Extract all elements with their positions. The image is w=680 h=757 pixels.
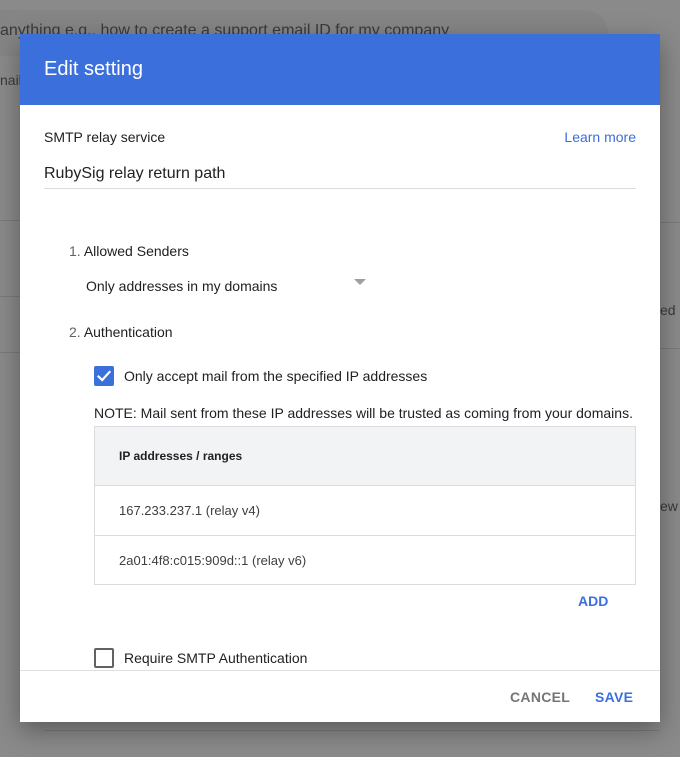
background-divider [660,348,680,349]
dialog-footer: CANCEL SAVE [20,670,660,722]
ip-addresses-table: IP addresses / ranges 167.233.237.1 (rel… [94,426,636,585]
dialog-title: Edit setting [44,58,143,80]
service-label: SMTP relay service [44,129,166,145]
ip-only-option[interactable]: Only accept mail from the specified IP a… [94,366,427,386]
section-number: 2. [69,324,81,340]
background-right-snippet: ew [660,498,678,514]
smtp-auth-label: Require SMTP Authentication [124,650,308,666]
cancel-button[interactable]: CANCEL [510,689,570,705]
learn-more-link[interactable]: Learn more [564,129,636,145]
edit-setting-dialog: Edit setting SMTP relay service Learn mo… [20,34,660,722]
background-left-snippet: nail [0,72,22,88]
dropdown-arrow-icon [354,279,366,285]
ip-only-label: Only accept mail from the specified IP a… [124,368,428,384]
add-ip-button[interactable]: ADD [578,593,608,609]
background-right-snippet: ed [660,302,676,318]
dialog-body[interactable]: SMTP relay service Learn more RubySig re… [20,105,660,670]
ip-only-checkbox[interactable] [94,366,114,386]
section-label: Authentication [83,324,173,340]
ip-table-header: IP addresses / ranges [95,427,635,486]
smtp-auth-checkbox[interactable] [94,648,114,668]
section-label: Allowed Senders [83,243,189,259]
ip-table-row[interactable]: 167.233.237.1 (relay v4) [95,486,635,535]
ip-table-row[interactable]: 2a01:4f8:c015:909d::1 (relay v6) [95,535,635,584]
allowed-senders-select[interactable]: Only addresses in my domains [86,273,370,299]
background-divider [0,352,20,353]
background-divider [0,296,20,297]
background-divider [0,220,20,221]
background-divider [660,222,680,223]
allowed-senders-heading: 1. Allowed Senders [69,243,189,259]
section-number: 1. [69,243,81,259]
ip-trust-note: NOTE: Mail sent from these IP addresses … [94,405,633,421]
save-button[interactable]: SAVE [595,689,633,705]
smtp-auth-option[interactable]: Require SMTP Authentication [94,648,307,668]
authentication-heading: 2. Authentication [69,324,173,340]
allowed-senders-value: Only addresses in my domains [86,278,278,294]
setting-name-field[interactable]: RubySig relay return path [44,165,636,189]
dialog-header: Edit setting [20,34,660,105]
background-divider [44,730,660,731]
checkmark-icon [96,370,112,382]
